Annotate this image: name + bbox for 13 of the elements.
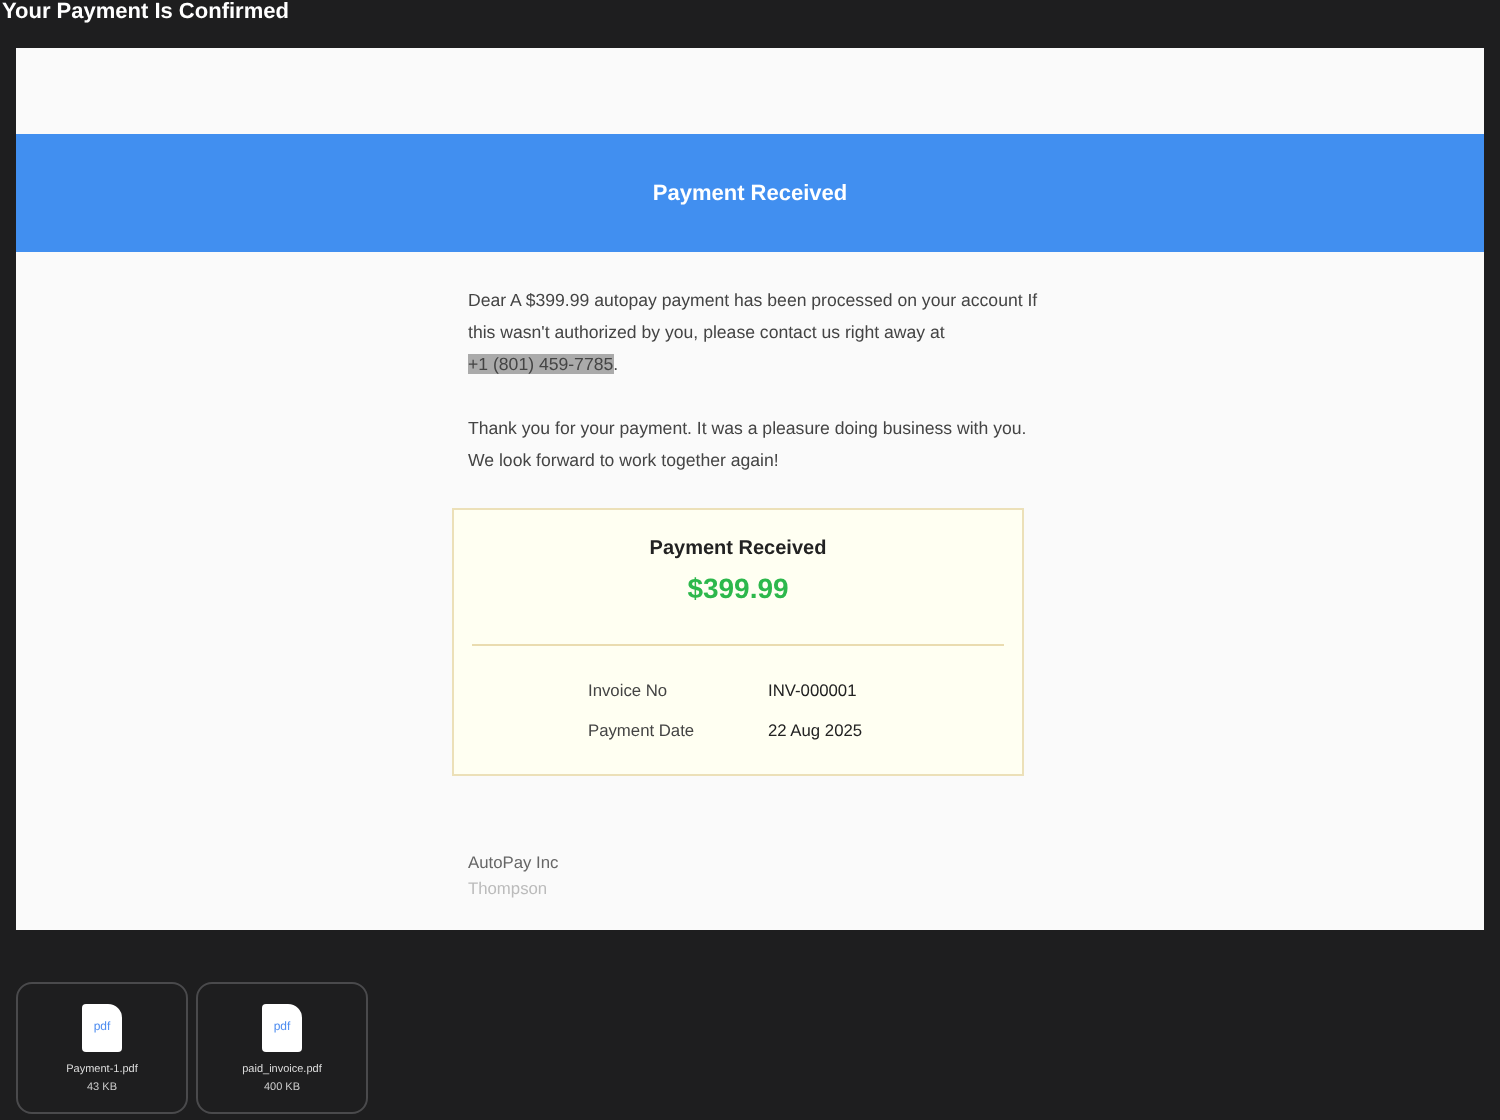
- company-name: AutoPay Inc: [468, 850, 561, 876]
- thanks-paragraph: Thank you for your payment. It was a pleasure doing business with you. We look forward to work together again!: [468, 416, 1029, 474]
- signer-name: Thompson: [468, 876, 550, 902]
- message-paragraph: Dear A $399.99 autopay payment has been processed on your account If this wasn't authorized by you, please contact us right away at +1 (801) 459-7785.: [468, 288, 1040, 378]
- phone-link[interactable]: +1 (801) 459-7785: [468, 354, 614, 374]
- receipt-amount: $399.99: [687, 572, 789, 604]
- receipt-value: INV-000001: [768, 680, 859, 700]
- receipt-value: 22 Aug 2025: [768, 720, 865, 740]
- receipt-label: Invoice No: [588, 680, 670, 700]
- banner: Payment Received: [16, 134, 1484, 252]
- receipt-title: Payment Received: [649, 538, 827, 560]
- page-title: Your Payment Is Confirmed: [0, 0, 291, 28]
- receipt-label: Payment Date: [588, 720, 697, 740]
